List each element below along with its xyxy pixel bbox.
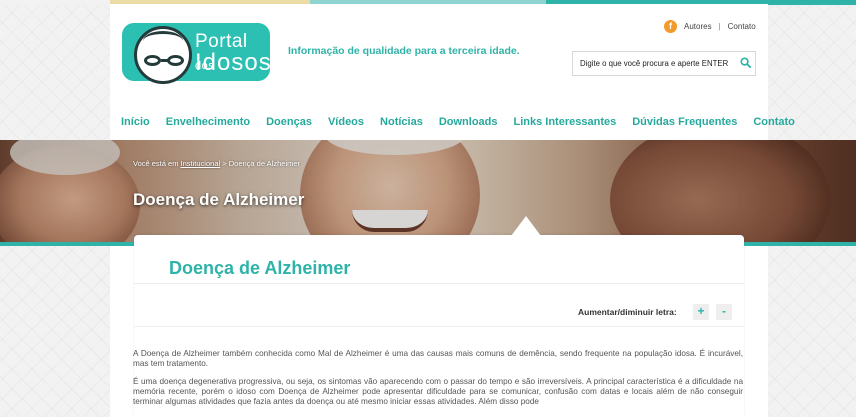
logo-face-icon xyxy=(134,26,192,84)
nav-item-duvidas-frequentes[interactable]: Dúvidas Frequentes xyxy=(632,116,737,128)
nav-item-envelhecimento[interactable]: Envelhecimento xyxy=(166,116,250,128)
search-icon[interactable] xyxy=(740,57,751,68)
nav-item-videos[interactable]: Vídeos xyxy=(328,116,364,128)
font-size-label: Aumentar/diminuir letra: xyxy=(578,307,677,317)
site-tagline: Informação de qualidade para a terceira … xyxy=(288,45,520,57)
contact-top-link[interactable]: Contato xyxy=(728,22,756,31)
article-paragraph: É uma doença degenerativa progressiva, o… xyxy=(133,377,743,406)
nav-item-noticias[interactable]: Notícias xyxy=(380,116,423,128)
page-title: Doença de Alzheimer xyxy=(169,258,351,278)
divider xyxy=(134,326,744,327)
divider xyxy=(134,283,744,284)
top-links-separator: | xyxy=(718,22,721,31)
nav-item-inicio[interactable]: Início xyxy=(121,116,150,128)
facebook-icon[interactable]: f xyxy=(664,20,677,33)
breadcrumb-current: Doença de Alzheimer xyxy=(228,159,301,168)
nav-item-contato[interactable]: Contato xyxy=(753,116,795,128)
top-links: f Autores | Contato xyxy=(664,20,756,33)
logo-text-line2: Idosos xyxy=(195,49,272,76)
breadcrumb-link-institucional[interactable]: Institucional xyxy=(181,159,221,168)
decrease-font-button[interactable]: - xyxy=(716,304,732,320)
search-input[interactable] xyxy=(573,52,733,75)
main-navigation: Início Envelhecimento Doenças Vídeos Notícia… xyxy=(121,116,795,128)
breadcrumb: Você está em Institucional > Doença de A… xyxy=(133,159,301,168)
increase-font-button[interactable]: + xyxy=(693,304,709,320)
banner-title: Doença de Alzheimer xyxy=(133,190,305,209)
hero-banner-image xyxy=(0,140,856,244)
search-box xyxy=(572,51,756,76)
article-paragraph: A Doença de Alzheimer também conhecida c… xyxy=(133,349,743,368)
banner-notch xyxy=(511,216,541,236)
nav-item-downloads[interactable]: Downloads xyxy=(439,116,498,128)
authors-link[interactable]: Autores xyxy=(684,22,712,31)
site-logo[interactable]: Portal dos Idosos xyxy=(122,23,272,84)
nav-item-doencas[interactable]: Doenças xyxy=(266,116,312,128)
nav-item-links-interessantes[interactable]: Links Interessantes xyxy=(514,116,617,128)
